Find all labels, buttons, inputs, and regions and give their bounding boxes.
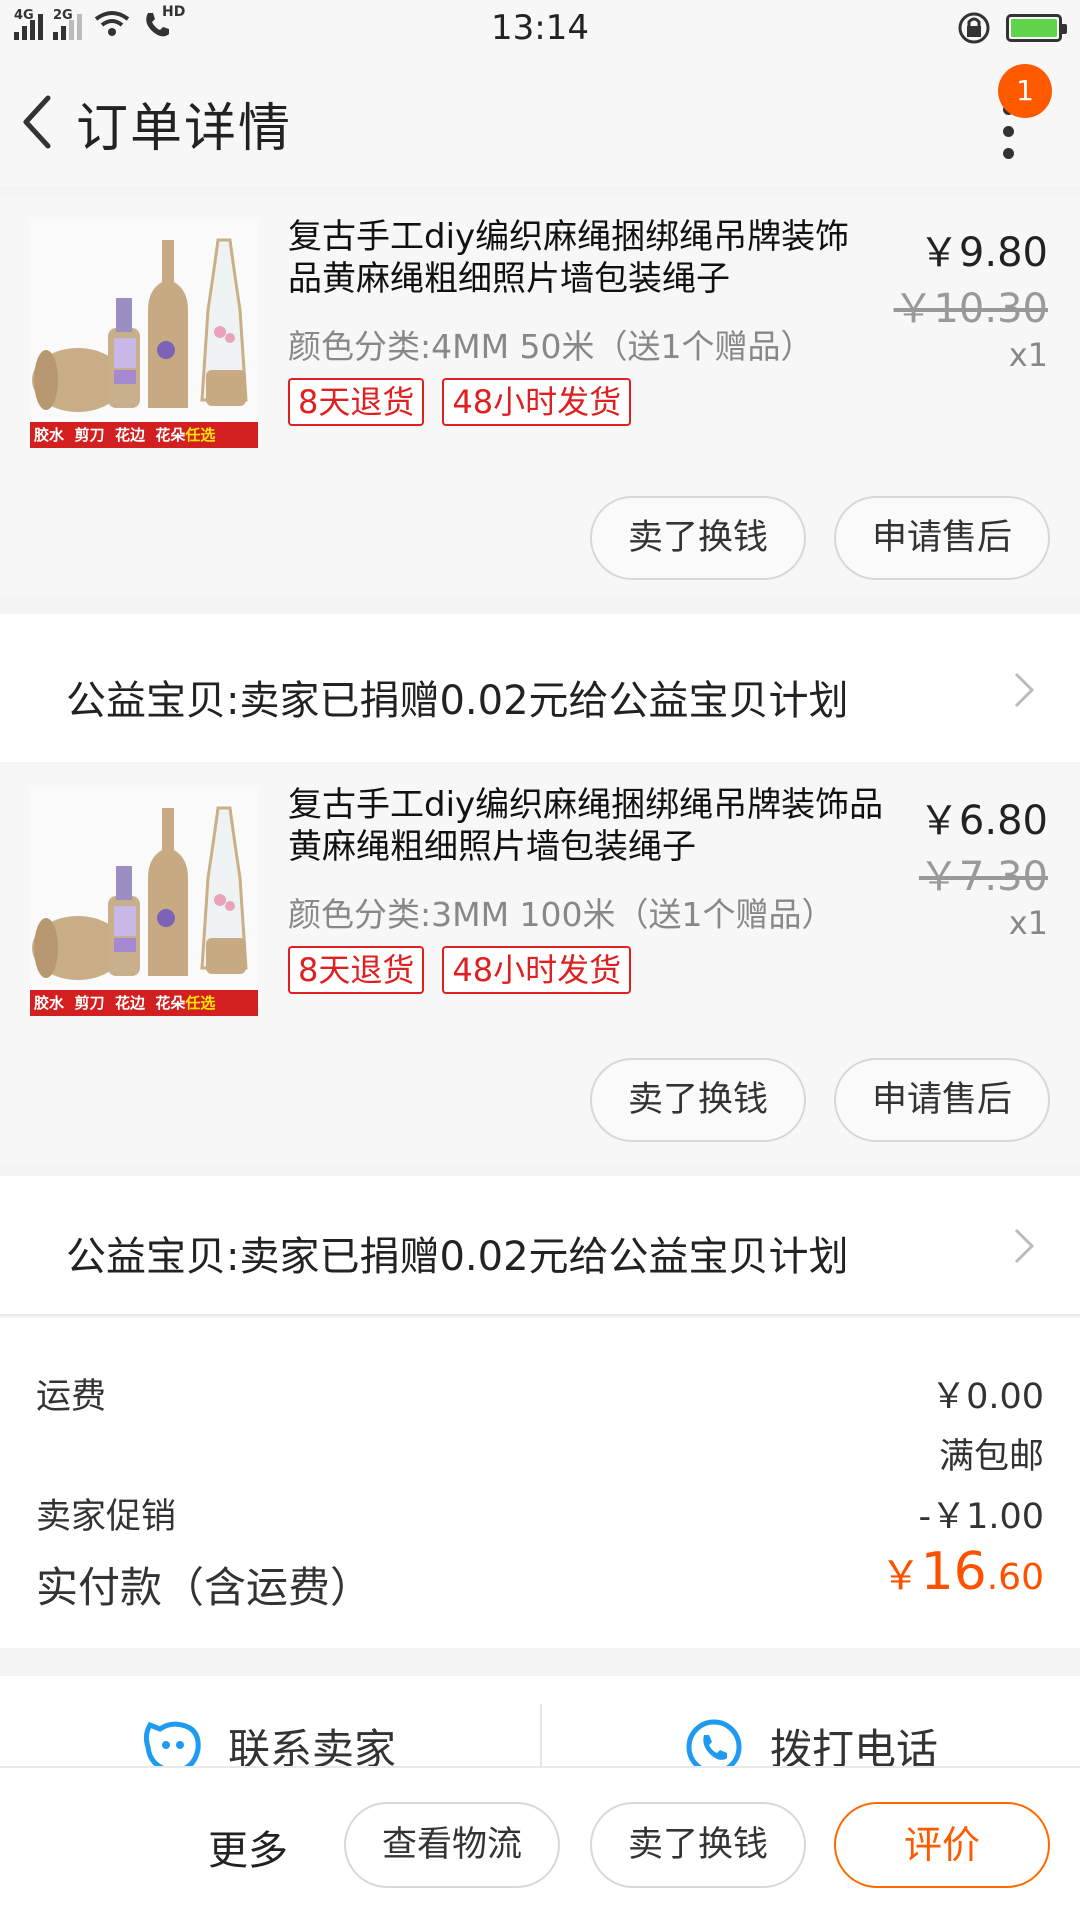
chevron-right-icon — [1014, 672, 1035, 708]
strip-text: 花朵 — [155, 994, 186, 1012]
shipping-time-tag: 48小时发货 — [442, 378, 632, 426]
quantity: x1 — [1008, 904, 1048, 942]
product-spec: 颜色分类:4MM 50米（送1个赠品） — [288, 327, 814, 366]
strip-text: 花边 — [114, 994, 145, 1012]
total-amount: ￥16.60 — [881, 1542, 1044, 1602]
clock: 13:14 — [491, 8, 589, 48]
strip-text-highlight: 任选 — [185, 994, 216, 1012]
quantity: x1 — [1008, 336, 1048, 374]
shipping-label: 运费 — [36, 1377, 107, 1417]
product-title[interactable]: 复古手工diy编织麻绳捆绑绳吊牌装饰品 黄麻绳粗细照片墙包装绳子 — [288, 784, 883, 868]
status-bar: 4G 2G HD 13:14 — [0, 0, 1080, 56]
order-item[interactable]: 胶水 剪刀 花边 花朵任选 复古手工diy编织麻绳捆绑绳吊牌装饰 品黄麻绳粗细照… — [0, 196, 1080, 596]
bottom-action-bar: 更多 查看物流 卖了换钱 评价 — [0, 1766, 1080, 1920]
seller-promo-label: 卖家促销 — [36, 1497, 177, 1537]
order-item[interactable]: 胶水 剪刀 花边 花朵任选 复古手工diy编织麻绳捆绑绳吊牌装饰品 黄麻绳粗细照… — [0, 764, 1080, 1164]
after-sales-button[interactable]: 申请售后 — [834, 1058, 1050, 1142]
strip-text: 胶水 — [34, 426, 65, 444]
sell-for-cash-button[interactable]: 卖了换钱 — [590, 1802, 806, 1888]
thumbnail-promo-strip: 胶水 剪刀 花边 花朵任选 — [30, 990, 258, 1016]
charity-row[interactable]: 公益宝贝:卖家已捐赠0.02元给公益宝贝计划 — [0, 1176, 1080, 1316]
product-title-line: 复古手工diy编织麻绳捆绑绳吊牌装饰 — [288, 217, 850, 257]
strip-text: 剪刀 — [74, 994, 105, 1012]
chevron-right-icon — [1014, 1228, 1035, 1264]
original-price: ￥7.30 — [918, 854, 1048, 900]
current-price: ￥6.80 — [918, 798, 1048, 844]
nav-header: 订单详情 1 — [0, 56, 1080, 186]
battery-fill — [1011, 19, 1057, 37]
notification-badge: 1 — [998, 64, 1052, 118]
shipping-time-tag: 48小时发货 — [442, 946, 632, 994]
free-shipping-note: 满包邮 — [938, 1437, 1044, 1477]
more-button[interactable]: 更多 — [208, 1818, 288, 1876]
product-thumbnail[interactable]: 胶水 剪刀 花边 花朵任选 — [30, 788, 258, 1016]
product-title-line: 黄麻绳粗细照片墙包装绳子 — [288, 827, 696, 867]
total-decimal: .60 — [986, 1557, 1044, 1598]
current-price: ￥9.80 — [918, 230, 1048, 276]
service-tags: 8天退货 48小时发货 — [288, 378, 632, 426]
thumbnail-promo-strip: 胶水 剪刀 花边 花朵任选 — [30, 422, 258, 448]
charity-text: 公益宝贝:卖家已捐赠0.02元给公益宝贝计划 — [66, 1234, 849, 1280]
rotation-lock-icon — [958, 12, 990, 44]
strip-text: 花边 — [114, 426, 145, 444]
page-title: 订单详情 — [76, 99, 293, 159]
after-sales-button[interactable]: 申请售后 — [834, 496, 1050, 580]
strip-text-highlight: 任选 — [185, 426, 216, 444]
product-title-line: 复古手工diy编织麻绳捆绑绳吊牌装饰品 — [288, 785, 884, 825]
strip-text: 剪刀 — [74, 426, 105, 444]
total-label: 实付款（含运费） — [36, 1563, 373, 1612]
status-right — [956, 10, 1067, 46]
product-spec: 颜色分类:3MM 100米（送1个赠品） — [288, 895, 835, 934]
total-currency: ￥ — [880, 1553, 921, 1599]
order-summary: 运费 ￥0.00 满包邮 卖家促销 -￥1.00 实付款（含运费） ￥16.60 — [0, 1318, 1080, 1648]
view-logistics-button[interactable]: 查看物流 — [344, 1802, 560, 1888]
strip-text: 花朵 — [155, 426, 186, 444]
product-title[interactable]: 复古手工diy编织麻绳捆绑绳吊牌装饰 品黄麻绳粗细照片墙包装绳子 — [288, 216, 849, 300]
jute-bottles-image — [30, 788, 258, 990]
return-policy-tag: 8天退货 — [288, 378, 425, 426]
seller-promo-value: -￥1.00 — [918, 1497, 1044, 1537]
strip-text: 胶水 — [34, 994, 65, 1012]
return-policy-tag: 8天退货 — [288, 946, 425, 994]
review-button[interactable]: 评价 — [834, 1802, 1050, 1888]
original-price: ￥10.30 — [893, 286, 1048, 332]
product-title-line: 品黄麻绳粗细照片墙包装绳子 — [288, 259, 730, 299]
contact-row: 联系卖家 拨打电话 — [0, 1676, 1080, 1774]
back-icon[interactable] — [14, 92, 64, 152]
sell-for-cash-button[interactable]: 卖了换钱 — [590, 496, 806, 580]
divider — [540, 1704, 542, 1766]
charity-text: 公益宝贝:卖家已捐赠0.02元给公益宝贝计划 — [66, 678, 849, 724]
battery-icon — [1006, 14, 1067, 42]
sell-for-cash-button[interactable]: 卖了换钱 — [590, 1058, 806, 1142]
jute-bottles-image — [30, 220, 258, 422]
total-integer: 16 — [920, 1542, 987, 1602]
product-thumbnail[interactable]: 胶水 剪刀 花边 花朵任选 — [30, 220, 258, 448]
charity-row[interactable]: 公益宝贝:卖家已捐赠0.02元给公益宝贝计划 — [0, 614, 1080, 762]
service-tags: 8天退货 48小时发货 — [288, 946, 632, 994]
shipping-value: ￥0.00 — [931, 1377, 1044, 1417]
